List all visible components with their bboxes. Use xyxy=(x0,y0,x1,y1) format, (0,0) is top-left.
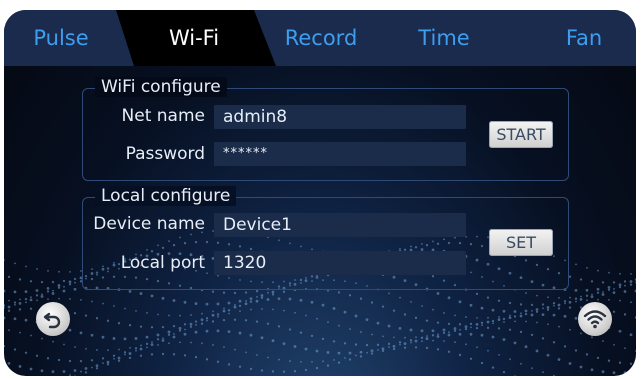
local-configure-title: Local configure xyxy=(95,186,237,206)
back-arrow-icon xyxy=(43,312,61,329)
wifi-configure-title: WiFi configure xyxy=(95,77,227,97)
tab-wifi[interactable]: Wi-Fi xyxy=(144,10,244,66)
password-label: Password xyxy=(125,144,205,164)
local-port-label: Local port xyxy=(120,253,205,273)
net-name-label: Net name xyxy=(121,106,205,126)
net-name-field[interactable]: admin8 xyxy=(214,105,466,129)
start-button[interactable]: START xyxy=(489,121,553,148)
tab-pulse[interactable]: Pulse xyxy=(16,10,106,66)
wifi-button[interactable] xyxy=(578,302,612,336)
local-configure-group: Local configure Device name Device1 Loca… xyxy=(82,186,569,290)
wifi-icon xyxy=(583,310,607,329)
back-button[interactable] xyxy=(36,302,70,336)
tab-bar: Pulse Wi-Fi Record Time Fan xyxy=(4,10,636,66)
device-screen: Pulse Wi-Fi Record Time Fan WiFi configu… xyxy=(4,10,636,376)
tab-fan[interactable]: Fan xyxy=(534,10,634,66)
password-field[interactable]: ****** xyxy=(214,142,466,166)
device-name-field[interactable]: Device1 xyxy=(214,213,466,237)
local-port-field[interactable]: 1320 xyxy=(214,251,466,275)
tab-time[interactable]: Time xyxy=(394,10,494,66)
set-button[interactable]: SET xyxy=(489,229,553,256)
tab-record[interactable]: Record xyxy=(266,10,376,66)
device-name-label: Device name xyxy=(93,214,205,234)
wifi-configure-group: WiFi configure Net name admin8 Password … xyxy=(82,77,569,181)
